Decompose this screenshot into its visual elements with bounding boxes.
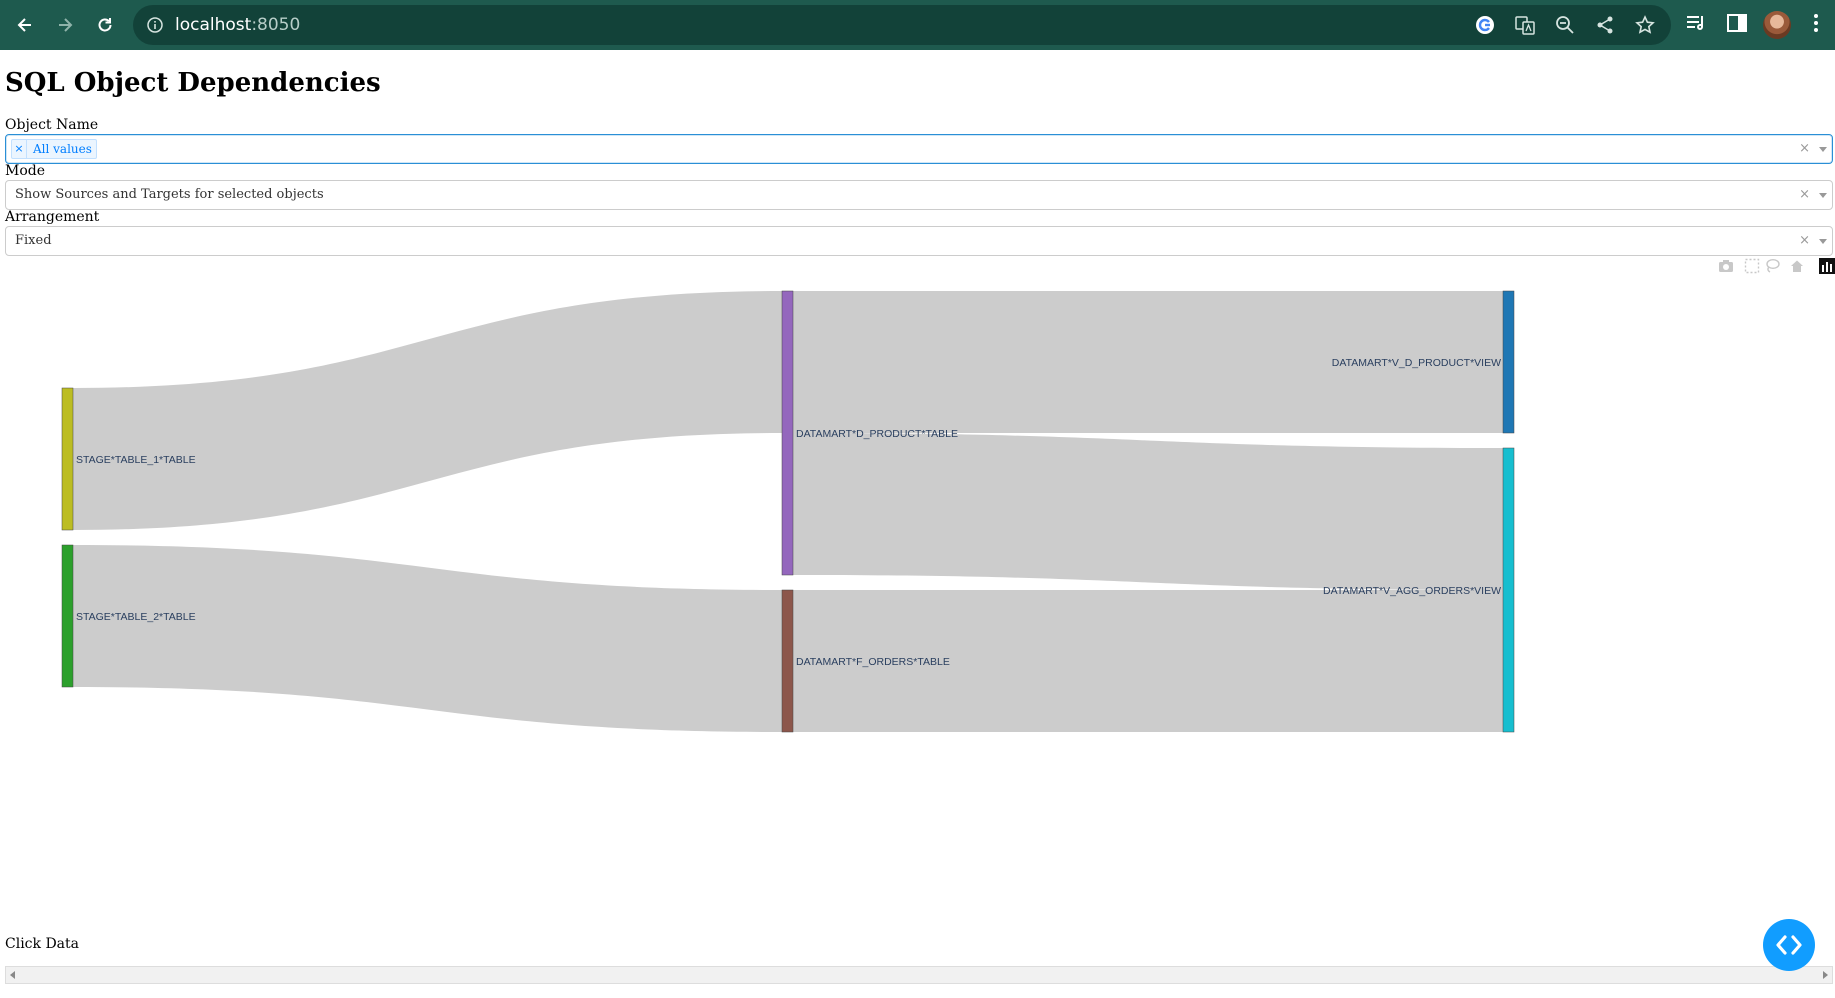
translate-icon[interactable]: [1515, 15, 1535, 35]
dropdown-arrow-icon[interactable]: [1819, 193, 1827, 198]
profile-avatar[interactable]: [1763, 11, 1791, 39]
arrangement-label: Arrangement: [5, 209, 100, 225]
lasso-icon[interactable]: [1764, 258, 1780, 274]
page-title: SQL Object Dependencies: [5, 68, 381, 98]
sankey-link[interactable]: [793, 433, 1503, 590]
reload-button[interactable]: [90, 10, 120, 40]
dropdown-arrow-icon[interactable]: [1819, 147, 1827, 152]
back-arrow-icon: [17, 18, 31, 32]
click-data-label: Click Data: [5, 936, 79, 952]
forward-arrow-icon: [59, 18, 73, 32]
url-port: :8050: [251, 15, 301, 35]
sankey-node-label: DATAMART*D_PRODUCT*TABLE: [796, 428, 958, 440]
share-icon[interactable]: [1595, 15, 1615, 35]
sankey-node-label: DATAMART*V_D_PRODUCT*VIEW: [1332, 357, 1501, 369]
reload-icon: [98, 18, 112, 32]
reading-list-icon[interactable]: [1685, 12, 1707, 34]
box-select-icon[interactable]: [1744, 258, 1760, 274]
arrangement-value: Fixed: [15, 233, 52, 248]
value-chip: × All values: [11, 139, 97, 159]
address-bar[interactable]: localhost:8050: [133, 5, 1671, 45]
sankey-node-label: STAGE*TABLE_1*TABLE: [76, 454, 196, 466]
code-brackets-icon: [1776, 935, 1802, 955]
back-button[interactable]: [10, 10, 40, 40]
arrangement-dropdown[interactable]: Fixed ×: [5, 226, 1833, 256]
sankey-node[interactable]: [61, 544, 74, 688]
zoom-out-icon[interactable]: [1555, 15, 1575, 35]
menu-kebab-icon[interactable]: [1808, 12, 1824, 34]
url-text: localhost:8050: [175, 15, 300, 35]
chip-remove-button[interactable]: ×: [12, 140, 27, 158]
clear-icon[interactable]: ×: [1799, 233, 1810, 248]
sankey-node-label: DATAMART*F_ORDERS*TABLE: [796, 656, 950, 668]
forward-button[interactable]: [50, 10, 80, 40]
camera-icon[interactable]: [1718, 258, 1734, 274]
home-icon[interactable]: [1789, 258, 1805, 274]
bookmark-star-icon[interactable]: [1635, 15, 1655, 35]
scroll-left-icon[interactable]: [10, 971, 15, 979]
sankey-chart[interactable]: STAGE*TABLE_1*TABLE STAGE*TABLE_2*TABLE DA…: [0, 280, 1835, 920]
dropdown-arrow-icon[interactable]: [1819, 239, 1827, 244]
sankey-node[interactable]: [61, 387, 74, 531]
sankey-node-label: DATAMART*V_AGG_ORDERS*VIEW: [1323, 585, 1501, 597]
mode-dropdown[interactable]: Show Sources and Targets for selected ob…: [5, 180, 1833, 210]
object-name-dropdown[interactable]: × All values ×: [5, 134, 1833, 164]
side-panel-icon[interactable]: [1726, 12, 1748, 34]
scroll-right-icon[interactable]: [1823, 971, 1828, 979]
plotly-logo-icon[interactable]: [1819, 258, 1835, 274]
sankey-link[interactable]: [73, 545, 782, 732]
sankey-node[interactable]: [781, 589, 794, 733]
horizontal-scrollbar[interactable]: [5, 966, 1833, 984]
clear-icon[interactable]: ×: [1799, 141, 1810, 156]
sankey-node[interactable]: [1502, 447, 1515, 733]
object-name-label: Object Name: [5, 117, 99, 133]
mode-value: Show Sources and Targets for selected ob…: [15, 187, 324, 202]
sankey-node[interactable]: [1502, 290, 1515, 434]
browser-toolbar: localhost:8050: [0, 0, 1835, 50]
url-host: localhost: [175, 15, 252, 35]
chip-label: All values: [33, 142, 92, 156]
dash-debug-button[interactable]: [1763, 919, 1815, 971]
site-info-icon[interactable]: [147, 17, 163, 33]
sankey-link[interactable]: [73, 291, 782, 530]
google-lens-icon[interactable]: [1475, 15, 1495, 35]
sankey-node-label: STAGE*TABLE_2*TABLE: [76, 611, 196, 623]
sankey-node[interactable]: [781, 290, 794, 576]
clear-icon[interactable]: ×: [1799, 187, 1810, 202]
mode-label: Mode: [5, 163, 46, 179]
